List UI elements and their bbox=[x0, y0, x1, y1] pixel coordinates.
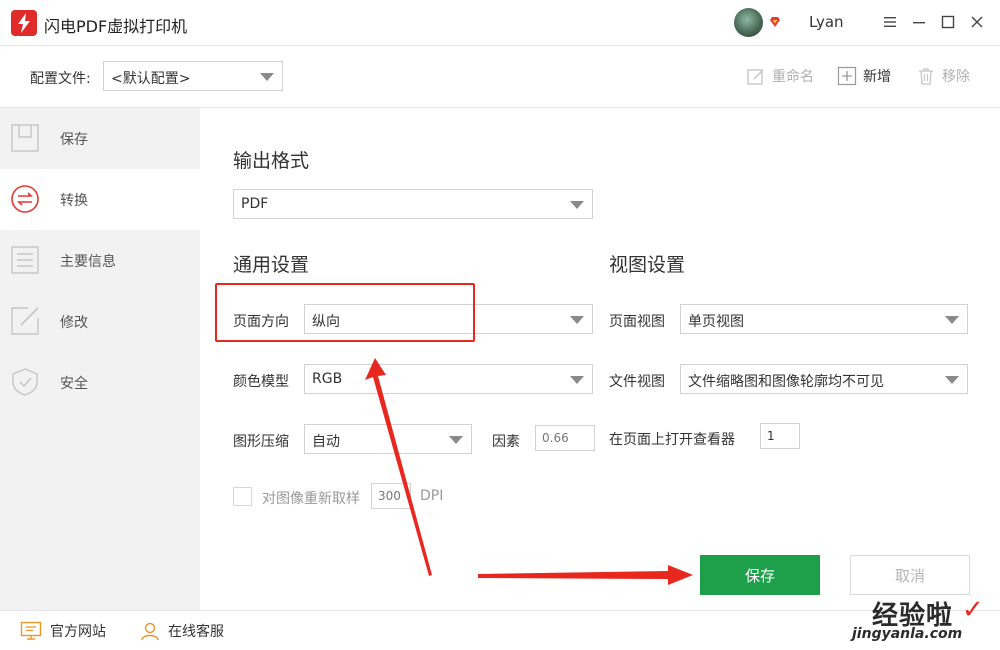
chevron-down-icon bbox=[570, 376, 584, 384]
vip-badge-icon bbox=[770, 17, 780, 27]
general-settings-title: 通用设置 bbox=[233, 254, 310, 276]
cancel-button[interactable]: 取消 bbox=[850, 555, 970, 595]
output-format-value: PDF bbox=[241, 196, 269, 212]
color-model-value: RGB bbox=[312, 371, 343, 387]
config-label: 配置文件: bbox=[30, 71, 91, 87]
page-view-value: 单页视图 bbox=[688, 314, 744, 330]
document-view-select[interactable]: 文件缩略图和图像轮廓均不可见 bbox=[680, 364, 968, 394]
page-view-label: 页面视图 bbox=[609, 314, 665, 330]
monitor-icon bbox=[20, 621, 42, 640]
watermark-check-icon: ✓ bbox=[962, 595, 984, 625]
chevron-down-icon bbox=[449, 436, 463, 444]
sidebar-item-label: 保存 bbox=[60, 132, 88, 148]
plus-icon bbox=[837, 66, 857, 86]
support-label: 在线客服 bbox=[168, 624, 224, 640]
maximize-icon[interactable] bbox=[940, 14, 956, 30]
save-button[interactable]: 保存 bbox=[700, 555, 820, 595]
dpi-unit-label: DPI bbox=[420, 488, 444, 504]
config-bar: 配置文件: <默认配置> 重命名 新增 移除 bbox=[0, 46, 1000, 108]
config-select[interactable]: <默认配置> bbox=[103, 61, 283, 91]
chevron-down-icon bbox=[570, 201, 584, 209]
support-link[interactable]: 在线客服 bbox=[140, 621, 224, 641]
website-link[interactable]: 官方网站 bbox=[20, 621, 106, 641]
sidebar-item-security[interactable]: 安全 bbox=[0, 352, 200, 413]
rename-label: 重命名 bbox=[772, 69, 814, 85]
add-label: 新增 bbox=[863, 69, 891, 85]
sidebar-item-save[interactable]: 保存 bbox=[0, 108, 200, 169]
minimize-icon[interactable] bbox=[911, 14, 927, 30]
resample-checkbox[interactable] bbox=[233, 487, 252, 506]
chevron-down-icon bbox=[260, 73, 274, 81]
rename-button[interactable]: 重命名 bbox=[746, 64, 814, 88]
sidebar-item-convert[interactable]: 转换 bbox=[0, 169, 200, 230]
menu-icon[interactable] bbox=[882, 14, 898, 30]
app-title: 闪电PDF虚拟打印机 bbox=[44, 17, 188, 36]
sidebar-item-edit[interactable]: 修改 bbox=[0, 291, 200, 352]
page-view-select[interactable]: 单页视图 bbox=[680, 304, 968, 334]
compression-value: 自动 bbox=[312, 434, 340, 450]
watermark: 经验啦 ✓ jingyanla.com bbox=[852, 595, 994, 647]
app-logo-icon bbox=[11, 10, 37, 36]
list-icon bbox=[11, 246, 39, 274]
sidebar: 保存 转换 主要信息 修改 安全 bbox=[0, 108, 200, 610]
chevron-down-icon bbox=[945, 316, 959, 324]
open-viewer-input[interactable]: 1 bbox=[760, 423, 800, 449]
factor-label: 因素 bbox=[492, 434, 520, 450]
document-view-label: 文件视图 bbox=[609, 374, 665, 390]
factor-input[interactable]: 0.66 bbox=[535, 425, 595, 451]
document-view-value: 文件缩略图和图像轮廓均不可见 bbox=[688, 374, 884, 390]
chevron-down-icon bbox=[945, 376, 959, 384]
sidebar-item-label: 安全 bbox=[60, 376, 88, 392]
trash-icon bbox=[919, 68, 933, 85]
chevron-down-icon bbox=[570, 316, 584, 324]
sidebar-item-label: 转换 bbox=[60, 193, 88, 209]
annotation-highlight-box bbox=[215, 283, 475, 342]
save-icon bbox=[11, 124, 39, 152]
sidebar-item-label: 修改 bbox=[60, 315, 88, 331]
dpi-input[interactable]: 300 bbox=[371, 483, 411, 509]
view-settings-title: 视图设置 bbox=[609, 254, 686, 276]
convert-icon bbox=[11, 185, 39, 213]
annotation-arrow-right bbox=[478, 565, 693, 585]
footer: 官方网站 在线客服 bbox=[0, 610, 1000, 650]
title-bar: 闪电PDF虚拟打印机 Lyan bbox=[0, 0, 1000, 46]
output-format-select[interactable]: PDF bbox=[233, 189, 593, 219]
color-model-label: 颜色模型 bbox=[233, 374, 289, 390]
avatar[interactable] bbox=[734, 8, 763, 37]
sidebar-item-main-info[interactable]: 主要信息 bbox=[0, 230, 200, 291]
config-select-value: <默认配置> bbox=[111, 71, 191, 87]
watermark-url: jingyanla.com bbox=[852, 626, 963, 642]
sidebar-item-label: 主要信息 bbox=[60, 254, 116, 270]
username[interactable]: Lyan bbox=[809, 13, 844, 31]
color-model-select[interactable]: RGB bbox=[304, 364, 593, 394]
output-format-title: 输出格式 bbox=[233, 150, 310, 172]
rename-icon bbox=[747, 69, 764, 85]
compression-label: 图形压缩 bbox=[233, 434, 289, 450]
open-viewer-label: 在页面上打开查看器 bbox=[609, 432, 735, 448]
close-icon[interactable] bbox=[969, 14, 985, 30]
edit-icon bbox=[11, 307, 39, 335]
website-label: 官方网站 bbox=[50, 624, 106, 640]
remove-label: 移除 bbox=[942, 69, 970, 85]
remove-button[interactable]: 移除 bbox=[916, 64, 970, 88]
add-button[interactable]: 新增 bbox=[837, 64, 891, 88]
customer-service-icon bbox=[141, 622, 159, 641]
shield-icon bbox=[12, 368, 38, 396]
compression-select[interactable]: 自动 bbox=[304, 424, 472, 454]
resample-label: 对图像重新取样 bbox=[262, 491, 360, 507]
